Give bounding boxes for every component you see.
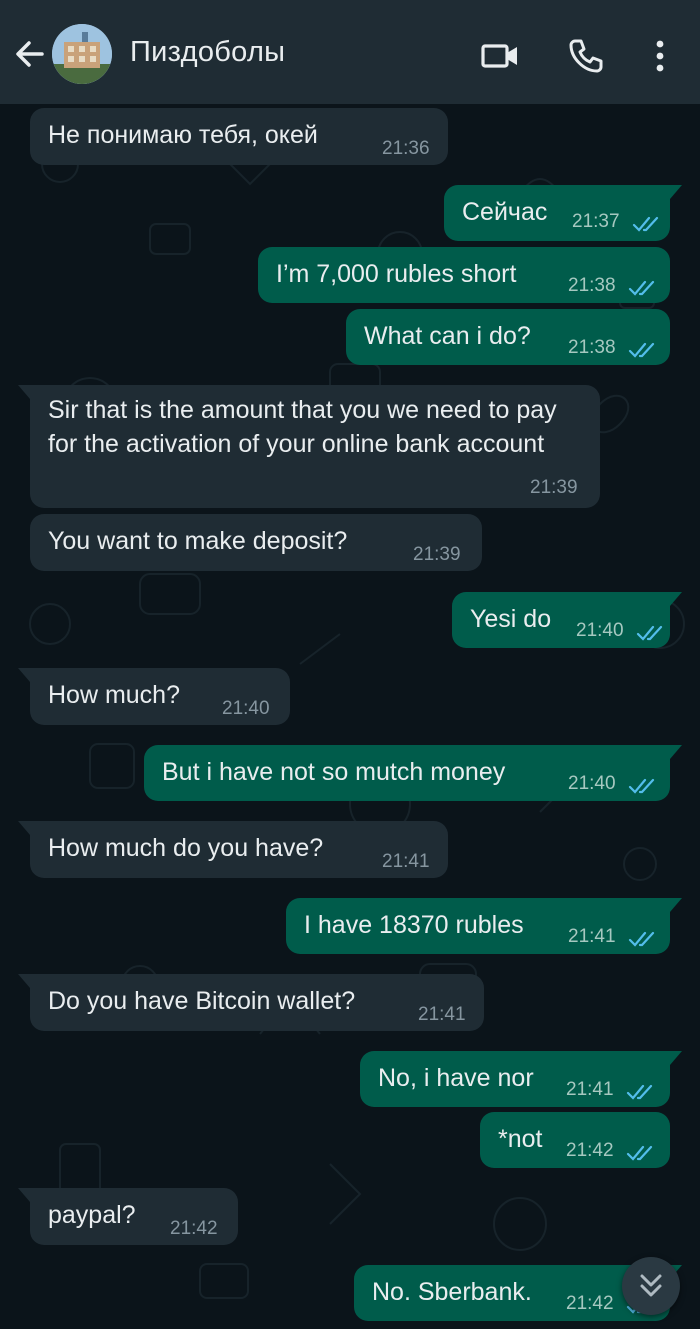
message-text: Do you have Bitcoin wallet? (48, 987, 356, 1015)
message-outgoing[interactable]: No, i have nor 21:41 (360, 1051, 682, 1107)
message-outgoing[interactable]: I have 18370 rubles 21:41 (286, 898, 682, 954)
message-text: Не понимаю тебя, окей (48, 121, 318, 149)
message-text: Sir that is the amount that you we need … (48, 396, 557, 458)
message-text: No. Sberbank. (372, 1278, 532, 1306)
message-list: Не понимаю тебя, окей 21:36 Сейчас 21:37… (0, 104, 700, 1329)
message-text: But i have not so mutch money (162, 758, 506, 786)
double-check-icon (628, 931, 655, 947)
double-check-icon (628, 342, 655, 358)
message-time: 21:38 (568, 275, 616, 296)
message-incoming[interactable]: Не понимаю тебя, окей 21:36 (30, 108, 448, 165)
message-text: Сейчас (462, 198, 548, 226)
message-outgoing[interactable]: Сейчас 21:37 (444, 185, 682, 241)
message-text: How much do you have? (48, 834, 324, 862)
message-time: 21:40 (222, 698, 270, 719)
message-time: 21:38 (568, 337, 616, 358)
message-incoming[interactable]: paypal? 21:42 (18, 1188, 238, 1245)
message-incoming[interactable]: How much do you have? 21:41 (18, 821, 448, 878)
bubble-tail (670, 745, 682, 759)
bubble-tail (670, 898, 682, 912)
message-time: 21:40 (568, 773, 616, 794)
bubble-tail (18, 385, 30, 399)
bubble-tail (18, 821, 30, 835)
message-text: How much? (48, 681, 180, 709)
scroll-to-bottom-button[interactable] (622, 1257, 680, 1315)
message-outgoing[interactable]: *not 21:42 (480, 1112, 670, 1168)
message-time: 21:42 (170, 1218, 218, 1239)
double-check-icon (636, 625, 663, 641)
message-text: What can i do? (364, 322, 531, 350)
double-chevron-down-icon (640, 1274, 662, 1297)
bubble-tail (670, 1051, 682, 1065)
message-time: 21:41 (568, 926, 616, 947)
message-time: 21:42 (566, 1293, 614, 1314)
message-incoming[interactable]: You want to make deposit? 21:39 (30, 514, 482, 571)
back-button[interactable] (12, 36, 48, 72)
phone-icon (569, 39, 603, 73)
message-time: 21:40 (576, 620, 624, 641)
message-time: 21:39 (530, 477, 578, 498)
double-check-icon (628, 778, 655, 794)
double-check-icon (626, 1145, 653, 1161)
message-incoming[interactable]: Do you have Bitcoin wallet? 21:41 (18, 974, 484, 1031)
chat-title[interactable]: Пиздоболы (130, 36, 285, 69)
more-options-button[interactable] (640, 36, 680, 76)
message-time: 21:41 (566, 1079, 614, 1100)
bubble-tail (18, 974, 30, 988)
bubble-tail (670, 592, 682, 606)
message-outgoing[interactable]: What can i do? 21:38 (346, 309, 670, 365)
message-outgoing[interactable]: I’m 7,000 rubles short 21:38 (258, 247, 670, 303)
bottom-edge (0, 1322, 700, 1329)
message-time: 21:37 (572, 211, 620, 232)
message-text: I’m 7,000 rubles short (276, 260, 517, 288)
double-check-icon (628, 280, 655, 296)
video-call-icon (481, 44, 517, 68)
message-text: No, i have nor (378, 1064, 534, 1092)
message-text: *not (498, 1125, 543, 1153)
message-time: 21:39 (413, 544, 461, 565)
message-incoming[interactable]: Sir that is the amount that you we need … (18, 385, 600, 508)
bubble-tail (18, 1188, 30, 1202)
bubble-tail (18, 668, 30, 682)
double-check-icon (632, 216, 659, 232)
message-incoming[interactable]: How much? 21:40 (18, 668, 290, 725)
voice-call-button[interactable] (566, 36, 606, 76)
message-time: 21:41 (418, 1004, 466, 1025)
bubble-tail (670, 185, 682, 199)
group-avatar[interactable] (52, 24, 112, 84)
video-call-button[interactable] (480, 36, 520, 76)
message-text: You want to make deposit? (48, 527, 348, 555)
message-text: Yesi do (470, 605, 552, 633)
message-text: I have 18370 rubles (304, 911, 524, 939)
message-time: 21:42 (566, 1140, 614, 1161)
double-check-icon (626, 1084, 653, 1100)
message-outgoing[interactable]: Yesi do 21:40 (452, 592, 682, 648)
message-text: paypal? (48, 1201, 136, 1229)
group-avatar-image (52, 24, 112, 84)
chat-header: Пиздоболы (0, 0, 700, 104)
back-arrow-icon (16, 41, 44, 67)
message-time: 21:36 (382, 138, 430, 159)
message-outgoing[interactable]: But i have not so mutch money 21:40 (144, 745, 682, 801)
message-time: 21:41 (382, 851, 430, 872)
more-vert-icon (656, 40, 664, 72)
